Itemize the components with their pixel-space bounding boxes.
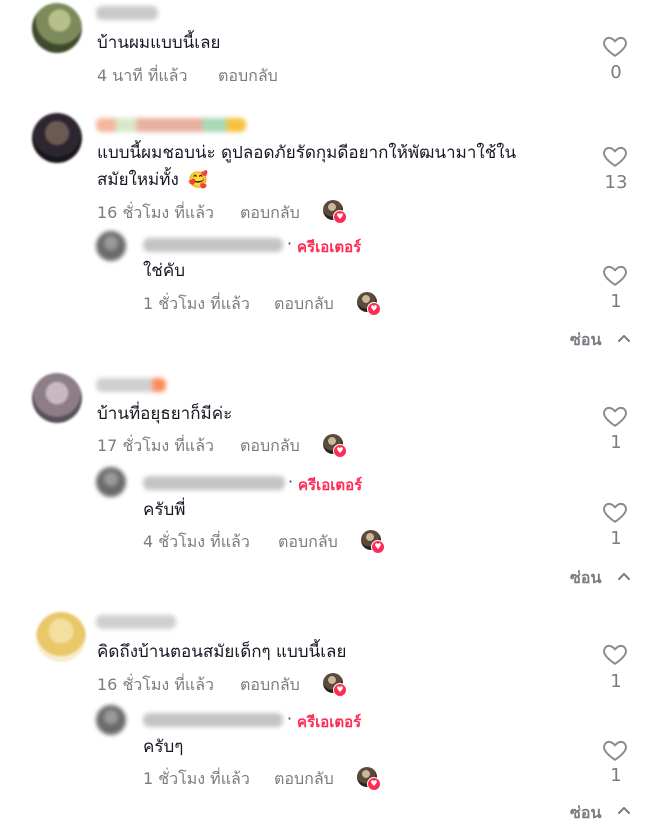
reply-button[interactable]: ตอบกลับ bbox=[240, 673, 300, 698]
hide-replies-button[interactable]: ซ่อน bbox=[570, 566, 601, 591]
comment-time: 16 ชั่วโมง ที่แล้ว bbox=[97, 675, 214, 694]
comment-text-line-2: สมัยใหม่ทั้ง 🥰 bbox=[97, 167, 208, 193]
like-count: 1 bbox=[610, 671, 622, 692]
chevron-up-icon[interactable] bbox=[617, 805, 631, 815]
avatar[interactable] bbox=[96, 231, 126, 261]
username-blurred[interactable] bbox=[96, 378, 166, 392]
heart-outline-icon[interactable] bbox=[602, 262, 628, 288]
avatar[interactable] bbox=[36, 612, 86, 662]
creator-liked-heart-icon: ♥ bbox=[371, 540, 385, 554]
reply-button[interactable]: ตอบกลับ bbox=[240, 201, 300, 226]
username-blurred[interactable] bbox=[96, 615, 176, 629]
hide-replies-button[interactable]: ซ่อน bbox=[570, 801, 601, 826]
reply-time: 1 ชั่วโมง ที่แล้ว bbox=[143, 769, 250, 788]
hide-replies-button[interactable]: ซ่อน bbox=[570, 328, 601, 353]
creator-liked-heart-icon: ♥ bbox=[333, 683, 347, 697]
heart-outline-icon[interactable] bbox=[602, 33, 628, 59]
creator-badge: ครีเอเตอร์ bbox=[297, 713, 362, 731]
badge-separator: · bbox=[287, 234, 293, 253]
like-count: 13 bbox=[604, 172, 628, 193]
reply-text: ครับพี่ bbox=[143, 500, 186, 520]
avatar[interactable] bbox=[32, 113, 82, 163]
heart-outline-icon[interactable] bbox=[602, 403, 628, 429]
reply-time: 4 ชั่วโมง ที่แล้ว bbox=[143, 532, 250, 551]
creator-liked-heart-icon: ♥ bbox=[333, 444, 347, 458]
chevron-up-icon[interactable] bbox=[617, 571, 631, 581]
username-blurred[interactable] bbox=[96, 6, 158, 20]
smiling-face-with-hearts-emoji: 🥰 bbox=[188, 170, 209, 189]
username-blurred[interactable] bbox=[96, 118, 246, 132]
username-blurred[interactable] bbox=[143, 476, 285, 490]
reply-time: 1 ชั่วโมง ที่แล้ว bbox=[143, 294, 250, 313]
like-count: 1 bbox=[610, 432, 622, 453]
creator-badge: ครีเอเตอร์ bbox=[297, 238, 362, 256]
reply-button[interactable]: ตอบกลับ bbox=[240, 434, 300, 459]
comment-text: บ้านที่อยุธยาก็มีค่ะ bbox=[97, 404, 233, 424]
like-count: 1 bbox=[610, 765, 622, 786]
username-blurred[interactable] bbox=[143, 238, 283, 252]
avatar[interactable] bbox=[32, 3, 82, 53]
creator-liked-heart-icon: ♥ bbox=[367, 777, 381, 791]
avatar[interactable] bbox=[32, 373, 82, 423]
comment-time: 16 ชั่วโมง ที่แล้ว bbox=[97, 203, 214, 222]
comment-text-line-1: แบบนี้ผมชอบน่ะ ดูปลอดภัยรัดกุมดีอยากให้พ… bbox=[97, 143, 517, 163]
heart-outline-icon[interactable] bbox=[602, 737, 628, 763]
heart-outline-icon[interactable] bbox=[602, 499, 628, 525]
avatar[interactable] bbox=[96, 705, 126, 735]
chevron-up-icon[interactable] bbox=[617, 333, 631, 343]
reply-text: ใช่คับ bbox=[143, 261, 186, 281]
comment-text: คิดถึงบ้านตอนสมัยเด็กๆ แบบนี้เลย bbox=[97, 642, 347, 662]
creator-liked-heart-icon: ♥ bbox=[367, 302, 381, 316]
comment-text-line-2-text: สมัยใหม่ทั้ง bbox=[97, 170, 179, 190]
like-count: 1 bbox=[610, 528, 622, 549]
reply-text: ครับๆ bbox=[143, 737, 184, 757]
comment-time: 17 ชั่วโมง ที่แล้ว bbox=[97, 436, 214, 455]
reply-button[interactable]: ตอบกลับ bbox=[278, 530, 338, 555]
like-count: 0 bbox=[610, 62, 622, 83]
heart-outline-icon[interactable] bbox=[602, 641, 628, 667]
comment-time: 4 นาที ที่แล้ว bbox=[97, 66, 188, 85]
avatar[interactable] bbox=[96, 467, 126, 497]
reply-button[interactable]: ตอบกลับ bbox=[274, 292, 334, 317]
creator-liked-heart-icon: ♥ bbox=[333, 210, 347, 224]
creator-badge: ครีเอเตอร์ bbox=[298, 476, 363, 494]
reply-button[interactable]: ตอบกลับ bbox=[274, 767, 334, 792]
badge-separator: · bbox=[288, 472, 294, 491]
username-blurred[interactable] bbox=[143, 713, 283, 727]
badge-separator: · bbox=[287, 709, 293, 728]
heart-outline-icon[interactable] bbox=[602, 143, 628, 169]
reply-button[interactable]: ตอบกลับ bbox=[218, 64, 278, 89]
like-count: 1 bbox=[610, 291, 622, 312]
comment-text: บ้านผมแบบนี้เลย bbox=[97, 33, 221, 53]
